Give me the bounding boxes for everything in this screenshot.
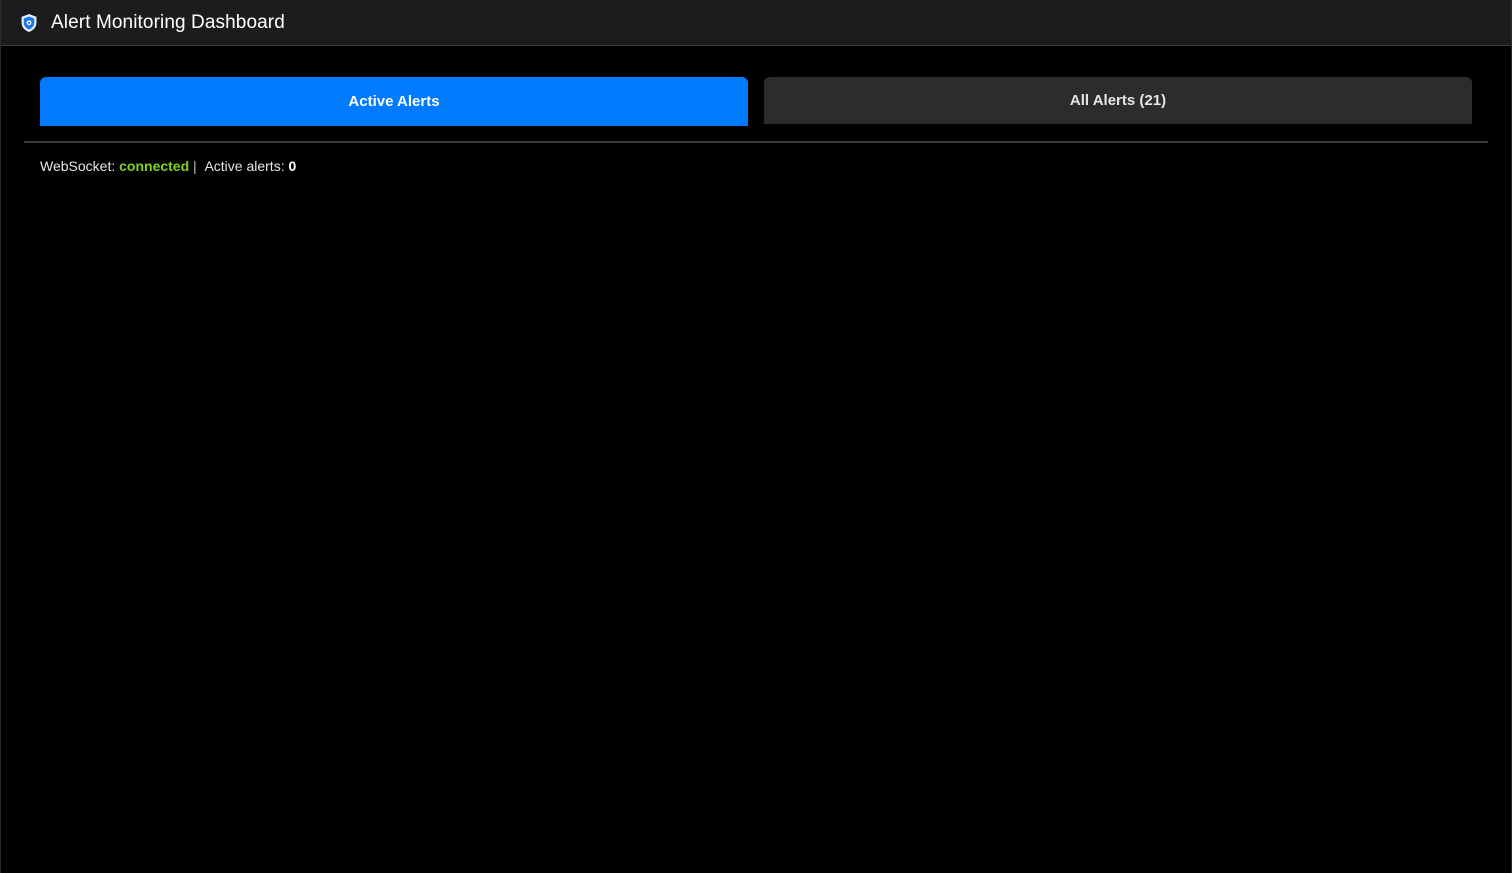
active-alerts-label: Active alerts: (204, 158, 289, 174)
app-window: Alert Monitoring Dashboard Active Alerts… (0, 0, 1512, 873)
app-title: Alert Monitoring Dashboard (51, 11, 285, 33)
tab-bar: Active Alerts All Alerts (21) (1, 46, 1511, 126)
websocket-status: connected (119, 158, 190, 174)
shield-icon (19, 13, 39, 33)
title-bar: Alert Monitoring Dashboard (1, 0, 1511, 46)
tab-all-alerts[interactable]: All Alerts (21) (764, 77, 1472, 124)
status-line: WebSocket: connected | Active alerts: 0 (1, 143, 1511, 174)
tab-active-alerts[interactable]: Active Alerts (40, 77, 748, 126)
websocket-label: WebSocket: (40, 158, 120, 174)
status-separator: | (189, 158, 205, 174)
active-alerts-count: 0 (288, 158, 297, 174)
